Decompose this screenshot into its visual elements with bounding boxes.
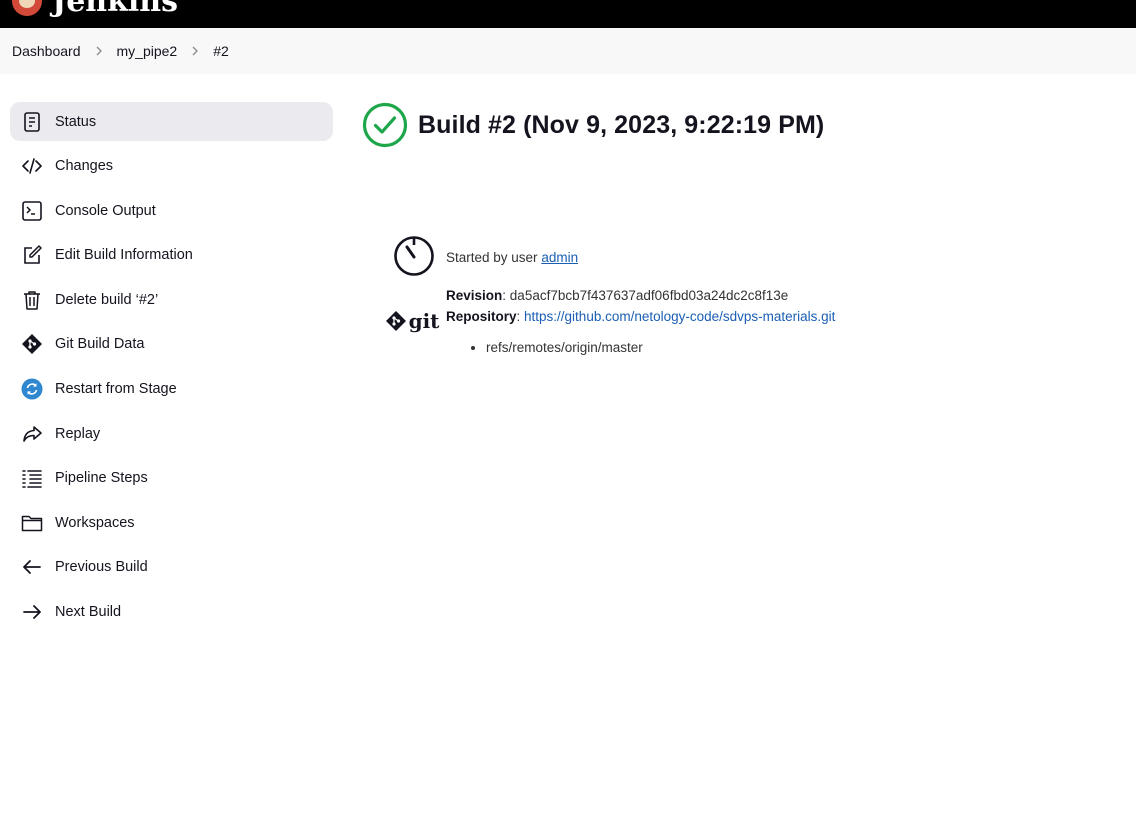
sidebar-item-next-build[interactable]: Next Build [10,593,333,632]
terminal-icon [21,200,43,222]
replay-icon [21,423,43,445]
timer-icon [394,236,434,276]
arrow-right-icon [21,601,43,623]
user-link[interactable]: admin [541,250,578,265]
repository-link[interactable]: https://github.com/netology-code/sdvps-m… [524,309,835,324]
sidebar-item-label: Git Build Data [55,336,145,353]
sidebar-item-label: Next Build [55,604,122,621]
sidebar-item-status[interactable]: Status [10,102,333,141]
arrow-left-icon [21,556,43,578]
sidebar-item-label: Delete build ‘#2’ [55,291,159,308]
git-logo-text: git [408,308,440,333]
git-row: git Revision: da5acf7bcb7f437637adf06fbd… [378,285,1118,358]
sidebar-item-label: Previous Build [55,559,148,576]
brand-name[interactable]: Jenkins [52,0,178,19]
sidebar: Status Changes Console Output Edit Build… [10,102,333,637]
sidebar-item-git-build-data[interactable]: Git Build Data [10,325,333,364]
code-icon [21,155,43,177]
page-title: Build #2 (Nov 9, 2023, 9:22:19 PM) [418,110,825,139]
started-row: Started by user admin [378,233,1118,277]
revision-value: da5acf7bcb7f437637adf06fbd03a24dc2c8f13e [509,288,789,303]
branch-list: refs/remotes/origin/master [446,338,835,358]
sidebar-item-label: Pipeline Steps [55,470,148,487]
sidebar-item-previous-build[interactable]: Previous Build [10,548,333,587]
breadcrumb-dashboard[interactable]: Dashboard [12,43,81,59]
top-header: Jenkins [0,0,1136,28]
list-icon [21,467,43,489]
started-by-text: Started by user admin [446,250,578,277]
breadcrumb: Dashboard my_pipe2 #2 [0,28,1136,74]
chevron-right-icon [190,46,200,56]
revision-label: Revision [446,288,503,303]
started-prefix: Started by user [446,250,542,265]
repository-label: Repository [446,309,517,324]
sidebar-item-edit-build-information[interactable]: Edit Build Information [10,236,333,275]
sidebar-item-changes[interactable]: Changes [10,147,333,186]
build-title-row: Build #2 (Nov 9, 2023, 9:22:19 PM) [362,102,824,148]
sidebar-item-replay[interactable]: Replay [10,414,333,453]
sidebar-item-label: Status [55,113,97,130]
revision-block: Revision: da5acf7bcb7f437637adf06fbd03a2… [446,285,835,358]
sidebar-item-label: Replay [55,425,101,442]
sidebar-item-label: Restart from Stage [55,381,177,398]
document-icon [21,111,43,133]
sidebar-item-label: Workspaces [55,514,135,531]
build-info: Started by user admin git Revision: da5a… [378,233,1118,358]
jenkins-logo[interactable] [12,0,42,16]
sidebar-item-restart-from-stage[interactable]: Restart from Stage [10,370,333,409]
git-icon [21,333,43,355]
git-logo-icon: git [385,283,440,358]
sidebar-item-label: Console Output [55,202,156,219]
edit-icon [21,244,43,266]
chevron-right-icon [94,46,104,56]
sidebar-item-label: Edit Build Information [55,247,193,264]
sidebar-item-pipeline-steps[interactable]: Pipeline Steps [10,459,333,498]
sidebar-item-label: Changes [55,158,114,175]
breadcrumb-job[interactable]: my_pipe2 [117,43,178,59]
sidebar-item-delete-build[interactable]: Delete build ‘#2’ [10,280,333,319]
restart-icon [21,378,43,400]
sidebar-item-console-output[interactable]: Console Output [10,191,333,230]
list-item: refs/remotes/origin/master [486,338,835,358]
main-content: Build #2 (Nov 9, 2023, 9:22:19 PM) [362,102,824,148]
folder-icon [21,512,43,534]
breadcrumb-build[interactable]: #2 [213,43,229,59]
sidebar-item-workspaces[interactable]: Workspaces [10,503,333,542]
success-check-icon [362,102,408,148]
trash-icon [21,289,43,311]
